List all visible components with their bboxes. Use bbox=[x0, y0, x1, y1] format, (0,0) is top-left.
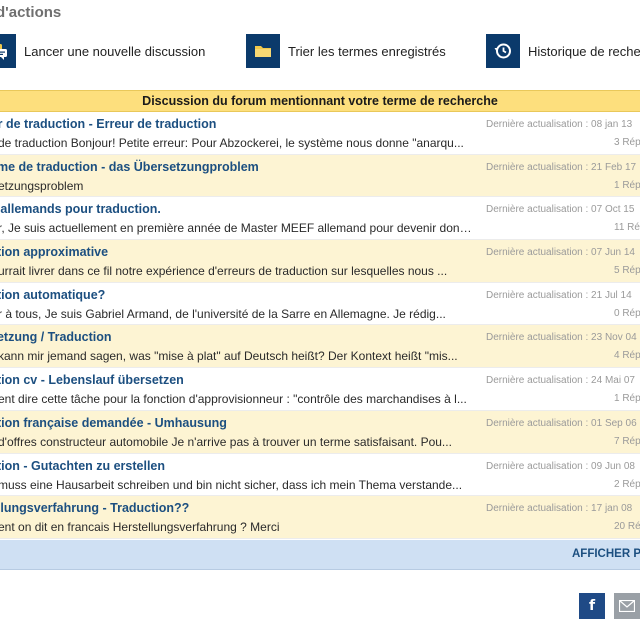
discussion-excerpt: muss eine Hausarbeit schreiben und bin n… bbox=[0, 477, 463, 492]
reply-count: 4 Rép bbox=[614, 350, 640, 362]
reply-count: 11 Rép bbox=[614, 222, 640, 234]
reply-count: 7 Rép bbox=[614, 435, 640, 447]
reply-count: 1 Rép bbox=[614, 179, 640, 191]
folder-icon bbox=[246, 34, 280, 68]
discussion-title[interactable]: ction approximative bbox=[0, 245, 108, 259]
discussion-title[interactable]: setzung / Traduction bbox=[0, 330, 112, 344]
discussion-list: ur de traduction - Erreur de traduction … bbox=[0, 112, 640, 539]
actions-bar: Lancer une nouvelle discussion Trier les… bbox=[0, 30, 640, 72]
last-update: Dernière actualisation : 01 Sep 06 bbox=[486, 417, 637, 429]
last-update: Dernière actualisation : 21 Feb 17 bbox=[486, 161, 637, 173]
discussion-excerpt: r à tous, Je suis Gabriel Armand, de l'u… bbox=[0, 306, 446, 321]
discussion-excerpt: r, Je suis actuellement en première anné… bbox=[0, 221, 476, 236]
reply-count: 1 Rép bbox=[614, 393, 640, 405]
reply-count: 5 Rép bbox=[614, 265, 640, 277]
discussion-excerpt: kann mir jemand sagen, was "mise à plat"… bbox=[0, 349, 458, 364]
new-discussion-label: Lancer une nouvelle discussion bbox=[24, 43, 206, 59]
search-history-button[interactable]: Historique de recherche bbox=[486, 34, 640, 68]
discussion-title[interactable]: s allemands pour traduction. bbox=[0, 202, 161, 216]
discussion-title[interactable]: ction automatique? bbox=[0, 288, 105, 302]
discussion-excerpt: d'offres constructeur automobile Je n'ar… bbox=[0, 434, 452, 449]
discussion-row[interactable]: ction cv - Lebenslauf übersetzen Dernièr… bbox=[0, 368, 640, 411]
discussion-row[interactable]: s allemands pour traduction. Dernière ac… bbox=[0, 197, 640, 241]
discussion-title[interactable]: ellungsverfahrung - Traduction?? bbox=[0, 501, 189, 515]
search-history-label: Historique de recherche bbox=[528, 43, 640, 59]
email-share-button[interactable] bbox=[614, 593, 640, 619]
reply-count: 20 Rép bbox=[614, 521, 640, 533]
discussion-row[interactable]: setzung / Traduction Dernière actualisat… bbox=[0, 325, 640, 369]
actions-title: d'actions bbox=[0, 4, 62, 21]
discussion-row[interactable]: ction approximative Dernière actualisati… bbox=[0, 240, 640, 283]
last-update: Dernière actualisation : 08 jan 13 bbox=[486, 119, 633, 130]
discussion-title[interactable]: ction cv - Lebenslauf übersetzen bbox=[0, 373, 184, 387]
last-update: Dernière actualisation : 07 Jun 14 bbox=[486, 247, 635, 259]
reply-count: 0 Rép bbox=[614, 307, 640, 319]
discussion-excerpt: ent dire cette tâche pour la fonction d'… bbox=[0, 392, 467, 407]
discussion-title[interactable]: ème de traduction - das Übersetzungprobl… bbox=[0, 160, 259, 174]
last-update: Dernière actualisation : 07 Oct 15 bbox=[486, 204, 635, 216]
discussion-excerpt: etzungsproblem bbox=[0, 178, 84, 193]
reply-count: 3 Rép bbox=[614, 137, 640, 148]
discussion-excerpt: ent on dit en francais Herstellungsverfa… bbox=[0, 520, 280, 535]
discussion-title[interactable]: ction - Gutachten zu erstellen bbox=[0, 459, 165, 473]
panel-header: Discussion du forum mentionnant votre te… bbox=[0, 90, 640, 112]
discussion-row[interactable]: ellungsverfahrung - Traduction?? Dernièr… bbox=[0, 496, 640, 539]
chat-icon bbox=[0, 34, 16, 68]
forum-discussions-panel: Discussion du forum mentionnant votre te… bbox=[0, 90, 640, 572]
last-update: Dernière actualisation : 24 Mai 07 bbox=[486, 375, 635, 387]
discussion-row[interactable]: ction française demandée - Umhausung Der… bbox=[0, 410, 640, 454]
discussion-title[interactable]: ction française demandée - Umhausung bbox=[0, 416, 227, 430]
new-discussion-button[interactable]: Lancer une nouvelle discussion bbox=[0, 34, 205, 68]
discussion-title[interactable]: ur de traduction - Erreur de traduction bbox=[0, 117, 216, 131]
reply-count: 2 Rép bbox=[614, 478, 640, 490]
discussion-row[interactable]: ur de traduction - Erreur de traduction … bbox=[0, 112, 640, 155]
history-icon bbox=[486, 34, 520, 68]
last-update: Dernière actualisation : 21 Jul 14 bbox=[486, 289, 632, 301]
facebook-share-button[interactable]: f bbox=[579, 593, 605, 619]
discussion-excerpt: de traduction Bonjour! Petite erreur: Po… bbox=[0, 136, 464, 150]
last-update: Dernière actualisation : 23 Nov 04 bbox=[486, 332, 637, 344]
sort-terms-label: Trier les termes enregistrés bbox=[288, 43, 446, 59]
show-more-link[interactable]: AFFICHER P bbox=[572, 548, 640, 560]
facebook-icon: f bbox=[588, 598, 596, 614]
sort-terms-button[interactable]: Trier les termes enregistrés bbox=[246, 34, 446, 68]
last-update: Dernière actualisation : 17 jan 08 bbox=[486, 503, 633, 515]
discussion-row[interactable]: ème de traduction - das Übersetzungprobl… bbox=[0, 154, 640, 198]
last-update: Dernière actualisation : 09 Jun 08 bbox=[486, 460, 635, 472]
panel-footer: AFFICHER P bbox=[0, 540, 640, 570]
discussion-row[interactable]: ction - Gutachten zu erstellen Dernière … bbox=[0, 454, 640, 497]
discussion-excerpt: urrait livrer dans ce fil notre expérien… bbox=[0, 264, 448, 279]
discussion-row[interactable]: ction automatique? Dernière actualisatio… bbox=[0, 283, 640, 326]
mail-icon bbox=[619, 600, 635, 612]
